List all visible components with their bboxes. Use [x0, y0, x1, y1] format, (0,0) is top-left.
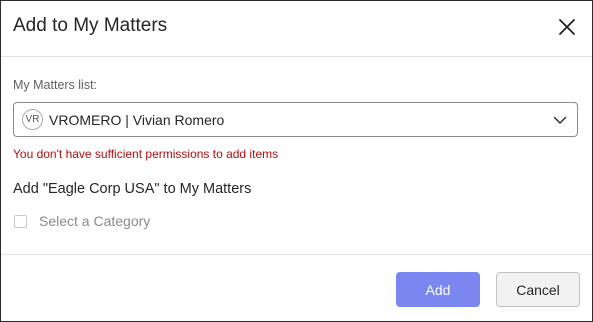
category-row: Select a Category: [14, 212, 150, 230]
my-matters-list-select[interactable]: VR VROMERO | Vivian Romero: [13, 102, 578, 137]
dialog-header: Add to My Matters: [1, 1, 592, 57]
add-button[interactable]: Add: [396, 272, 480, 307]
selected-list-value: VROMERO | Vivian Romero: [49, 112, 225, 128]
add-to-my-matters-dialog: Add to My Matters My Matters list: VR VR…: [0, 0, 593, 322]
permission-error-message: You don't have sufficient permissions to…: [13, 147, 279, 161]
footer-divider: [1, 254, 592, 255]
select-category-checkbox[interactable]: [14, 214, 27, 228]
dialog-title: Add to My Matters: [13, 15, 168, 36]
avatar: VR: [22, 109, 43, 130]
cancel-button[interactable]: Cancel: [496, 272, 580, 307]
my-matters-list-label: My Matters list:: [13, 78, 98, 92]
close-icon: [559, 19, 575, 35]
chevron-down-icon: [553, 116, 567, 124]
select-category-label: Select a Category: [39, 213, 151, 229]
add-to-matters-label: Add "Eagle Corp USA" to My Matters: [13, 181, 252, 197]
close-button[interactable]: [554, 14, 580, 40]
